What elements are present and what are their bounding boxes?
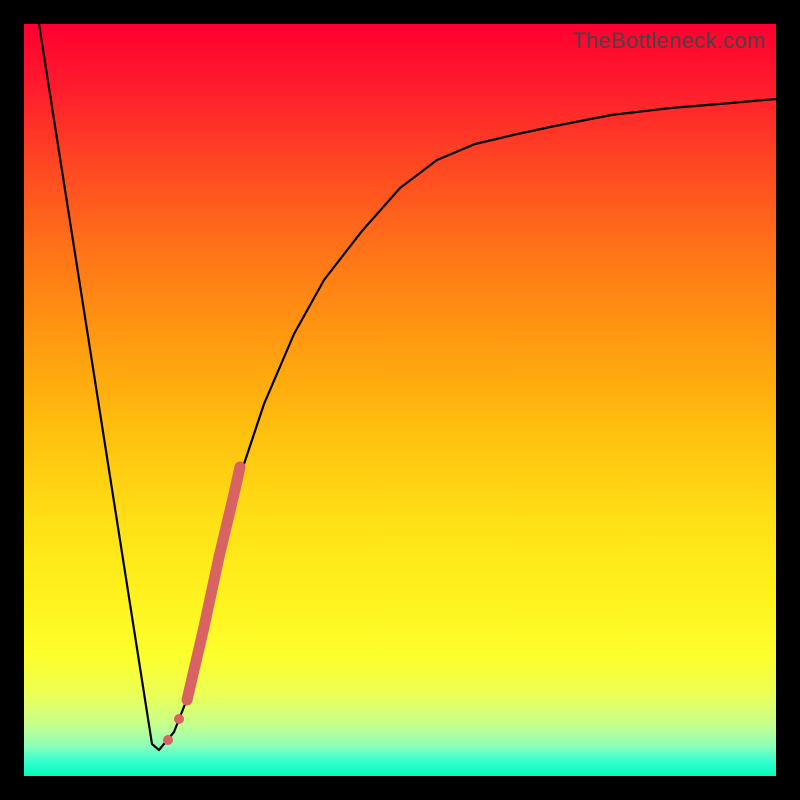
chart-frame: TheBottleneck.com [0, 0, 800, 800]
highlight-dot [163, 735, 173, 745]
plot-area: TheBottleneck.com [24, 24, 776, 776]
curve-path [39, 24, 776, 750]
highlight-dot [174, 714, 184, 724]
bottleneck-curve [24, 24, 776, 776]
highlight-segment [187, 467, 240, 700]
